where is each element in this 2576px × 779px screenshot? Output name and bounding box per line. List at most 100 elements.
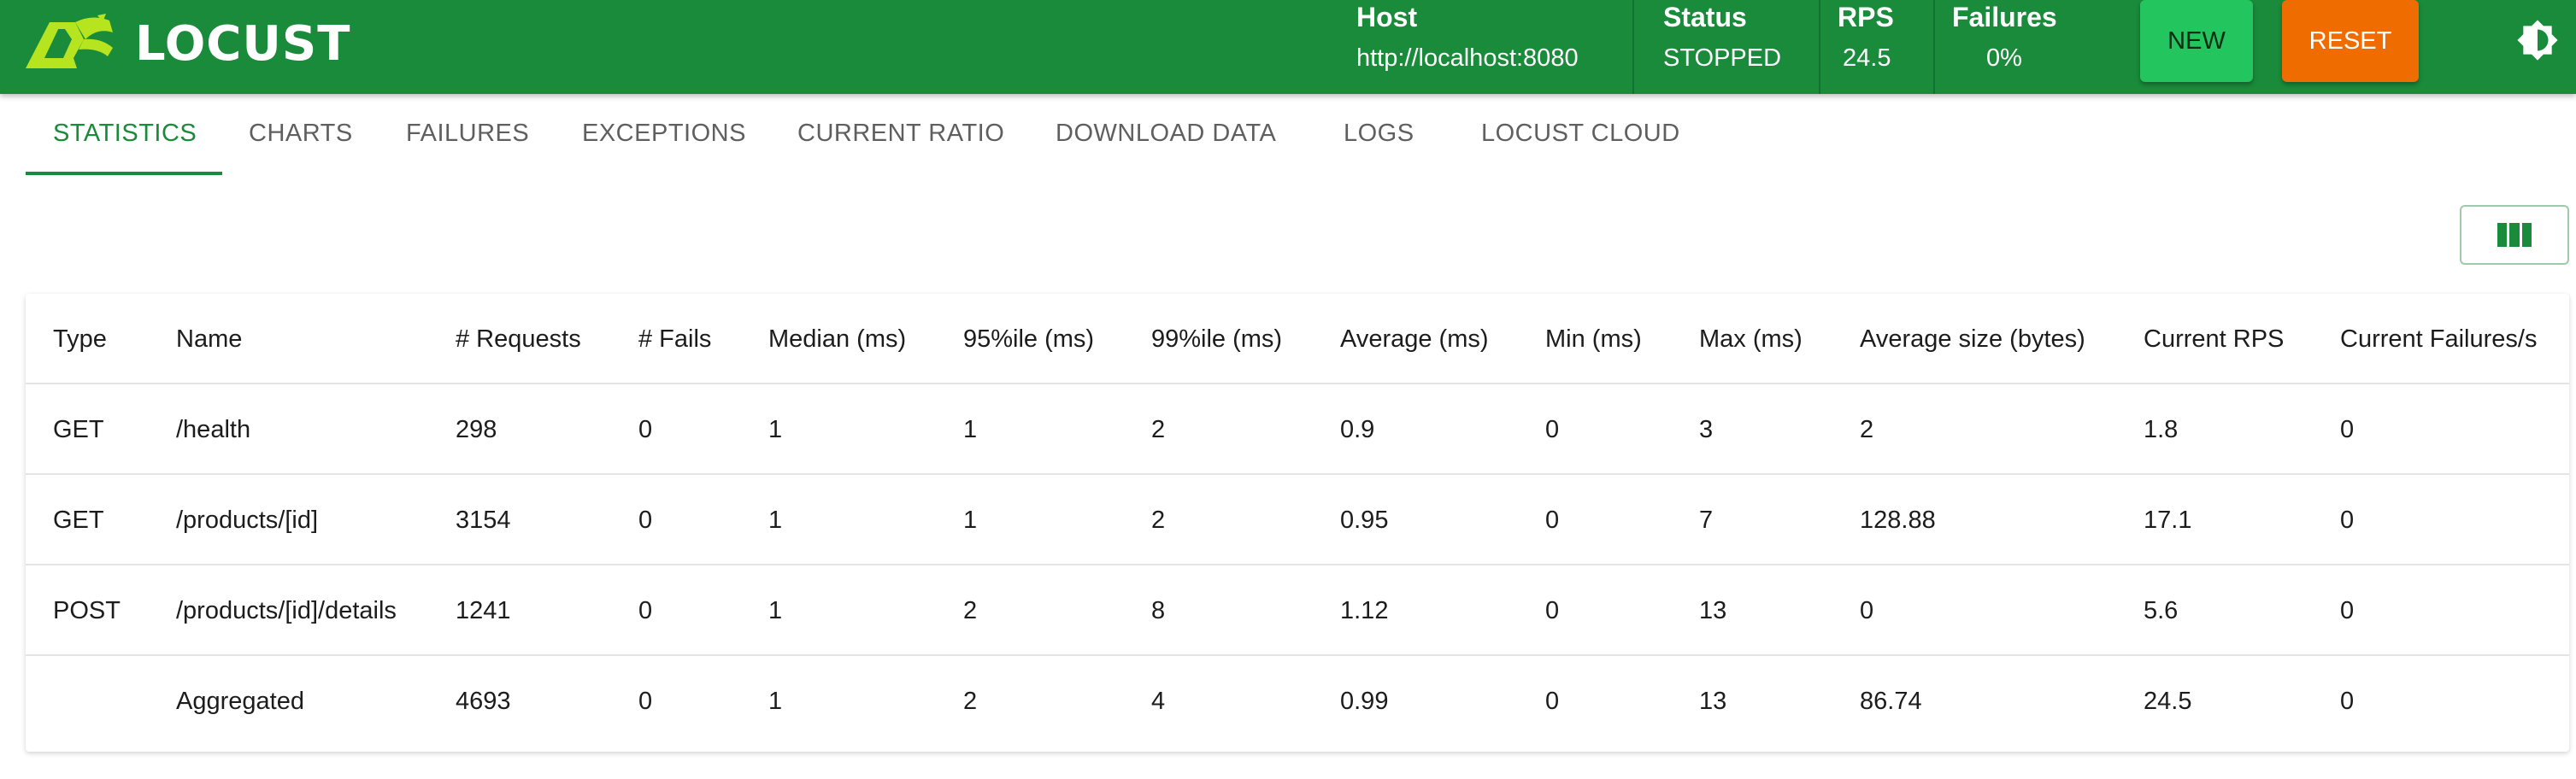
table-cell: 2 [963,596,978,624]
table-cell: 1.8 [2144,415,2179,443]
column-header[interactable]: Max (ms) [1699,294,1803,384]
logo-text: LOCUST [135,16,351,72]
table-cell: /products/[id]/details [176,596,397,624]
column-selector-button[interactable] [2460,205,2569,265]
table-cell: 1 [768,596,783,624]
table-cell: 0 [1545,596,1560,624]
table-cell: 0 [638,596,653,624]
rps-stat: RPS 24.5 [1838,0,1914,94]
new-button[interactable]: NEW [2140,0,2253,82]
table-cell: 0.99 [1340,687,1389,715]
table-cell: /health [176,415,251,443]
statistics-table: Type Name # Requests # Fails Median (ms)… [26,294,2569,752]
table-cell: 0 [638,506,653,534]
locust-logo-icon [26,14,113,68]
column-header[interactable]: Average size (bytes) [1860,294,2085,384]
failures-stat: Failures 0% [1952,0,2089,94]
table-cell: 128.88 [1860,506,1936,534]
table-cell: 0 [638,415,653,443]
table-cell: /products/[id] [176,506,319,534]
table-cell: 2 [1860,415,1874,443]
table-cell: 24.5 [2144,687,2192,715]
table-cell: 17.1 [2144,506,2192,534]
app-header: LOCUST Host http://localhost:8080 Status… [0,0,2576,94]
table-cell: 0 [1545,506,1560,534]
column-header[interactable]: Name [176,294,242,384]
column-header[interactable]: Median (ms) [768,294,906,384]
table-cell: 7 [1699,506,1714,534]
table-cell: 8 [1151,596,1166,624]
tab-exceptions[interactable]: EXCEPTIONS [582,120,746,148]
column-header[interactable]: 95%ile (ms) [963,294,1094,384]
tab-statistics[interactable]: STATISTICS [53,120,197,148]
table-cell: GET [53,506,104,534]
table-cell: POST [53,596,121,624]
status-value: STOPPED [1663,44,1782,72]
reset-button[interactable]: RESET [2282,0,2419,82]
table-cell: 1 [768,687,783,715]
brightness-icon[interactable] [2516,19,2559,62]
host-label: Host [1356,2,1418,32]
header-divider [1933,0,1935,94]
table-row: GET /health 298 0 1 1 2 0.9 0 3 2 1.8 0 [26,384,2569,475]
rps-label: RPS [1838,2,1894,32]
table-cell: 1.12 [1340,596,1389,624]
table-cell: 3 [1699,415,1714,443]
host-value: http://localhost:8080 [1356,44,1579,72]
tab-current-ratio[interactable]: CURRENT RATIO [797,120,1004,148]
table-cell: 4693 [456,687,511,715]
table-cell: 0 [2340,415,2355,443]
table-cell: 4 [1151,687,1166,715]
table-cell: 13 [1699,596,1727,624]
table-row-aggregated: Aggregated 4693 0 1 2 4 0.99 0 13 86.74 … [26,656,2569,747]
table-cell: 5.6 [2144,596,2179,624]
table-cell: 1 [768,415,783,443]
rps-value: 24.5 [1843,44,1891,72]
table-cell: 1 [963,506,978,534]
tab-locust-cloud[interactable]: LOCUST CLOUD [1481,120,1680,148]
tab-charts[interactable]: CHARTS [249,120,353,148]
table-cell: 1 [768,506,783,534]
column-header[interactable]: # Fails [638,294,711,384]
table-row: POST /products/[id]/details 1241 0 1 2 8… [26,565,2569,656]
table-cell: 1241 [456,596,511,624]
failures-label: Failures [1952,2,2057,32]
table-cell: 0 [1545,687,1560,715]
column-header[interactable]: # Requests [456,294,581,384]
table-cell: 0 [2340,687,2355,715]
table-cell: Aggregated [176,687,304,715]
view-columns-icon [2497,223,2532,247]
table-cell: 86.74 [1860,687,1922,715]
column-header[interactable]: Min (ms) [1545,294,1642,384]
table-cell: 2 [1151,506,1166,534]
table-cell: 3154 [456,506,511,534]
table-cell: 0 [638,687,653,715]
status-stat: Status STOPPED [1663,0,1808,94]
table-cell: 2 [1151,415,1166,443]
header-divider [1819,0,1820,94]
column-header[interactable]: Type [53,294,107,384]
table-cell: 2 [963,687,978,715]
active-tab-indicator [26,172,222,175]
table-cell: 0 [1545,415,1560,443]
tab-logs[interactable]: LOGS [1344,120,1414,148]
host-stat: Host http://localhost:8080 [1356,0,1613,94]
table-row: GET /products/[id] 3154 0 1 1 2 0.95 0 7… [26,475,2569,565]
column-header[interactable]: 99%ile (ms) [1151,294,1282,384]
tab-failures[interactable]: FAILURES [406,120,529,148]
table-cell: 0.95 [1340,506,1389,534]
tab-download-data[interactable]: DOWNLOAD DATA [1056,120,1276,148]
table-header-row: Type Name # Requests # Fails Median (ms)… [26,294,2569,384]
table-cell: 298 [456,415,497,443]
table-cell: 0 [2340,596,2355,624]
status-label: Status [1663,2,1747,32]
table-cell: 0.9 [1340,415,1375,443]
table-cell: 13 [1699,687,1727,715]
table-cell: 0 [2340,506,2355,534]
column-header[interactable]: Average (ms) [1340,294,1489,384]
table-cell: GET [53,415,104,443]
column-header[interactable]: Current Failures/s [2340,294,2537,384]
logo[interactable]: LOCUST [24,14,350,73]
table-cell: 1 [963,415,978,443]
column-header[interactable]: Current RPS [2144,294,2284,384]
